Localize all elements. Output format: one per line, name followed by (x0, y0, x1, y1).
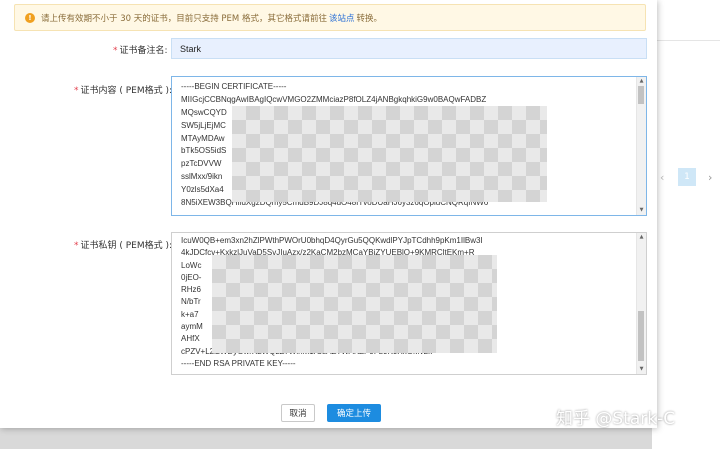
required-marker: * (74, 86, 79, 96)
scroll-up-arrow-icon[interactable]: ▲ (637, 77, 646, 86)
warning-banner: ! 请上传有效期不小于 30 天的证书，目前只支持 PEM 格式，其它格式请前往… (14, 4, 646, 31)
private-key-label: * 证书私钥 ( PEM格式 ): (74, 241, 173, 251)
convert-site-link[interactable]: 该站点 (329, 12, 355, 24)
cancel-button[interactable]: 取消 (281, 404, 315, 422)
scroll-up-arrow-icon[interactable]: ▲ (637, 233, 646, 242)
scroll-down-arrow-icon[interactable]: ▼ (637, 365, 646, 374)
cert-content-label: * 证书内容 ( PEM格式 ): (74, 86, 173, 96)
scroll-down-arrow-icon[interactable]: ▼ (637, 206, 646, 215)
scroll-thumb[interactable] (638, 311, 644, 361)
required-marker: * (113, 46, 118, 56)
zhihu-watermark: 知乎 @Stark-C (556, 409, 676, 429)
confirm-upload-button[interactable]: 确定上传 (327, 404, 381, 422)
background-divider (652, 40, 720, 41)
background-page: ‹ 1 › (652, 0, 720, 449)
required-marker: * (74, 241, 79, 251)
cert-content-textarea[interactable]: -----BEGIN CERTIFICATE----- MIIGcjCCBNqg… (171, 76, 647, 216)
blur-mosaic (232, 106, 547, 202)
warning-text: 请上传有效期不小于 30 天的证书，目前只支持 PEM 格式，其它格式请前往 (41, 13, 327, 24)
pagination-current-page[interactable]: 1 (678, 168, 696, 186)
blur-mosaic (212, 255, 497, 353)
cert-name-input[interactable] (171, 38, 647, 59)
warning-text-end: 转换。 (356, 13, 382, 24)
key-scrollbar[interactable]: ▲ ▼ (636, 233, 646, 374)
private-key-textarea[interactable]: IcuW0QB+em3xn2hZlPWthPWOrU0bhqD4QyrGu5QQ… (171, 232, 647, 375)
scroll-thumb[interactable] (638, 86, 644, 104)
pagination-prev-arrow[interactable]: ‹ (660, 171, 664, 184)
cert-name-label: * 证书备注名: (113, 46, 168, 56)
cert-scrollbar[interactable]: ▲ ▼ (636, 77, 646, 215)
pagination-next-arrow[interactable]: › (708, 171, 712, 184)
warning-icon: ! (25, 12, 35, 23)
upload-certificate-dialog: ! 请上传有效期不小于 30 天的证书，目前只支持 PEM 格式，其它格式请前往… (0, 0, 657, 428)
